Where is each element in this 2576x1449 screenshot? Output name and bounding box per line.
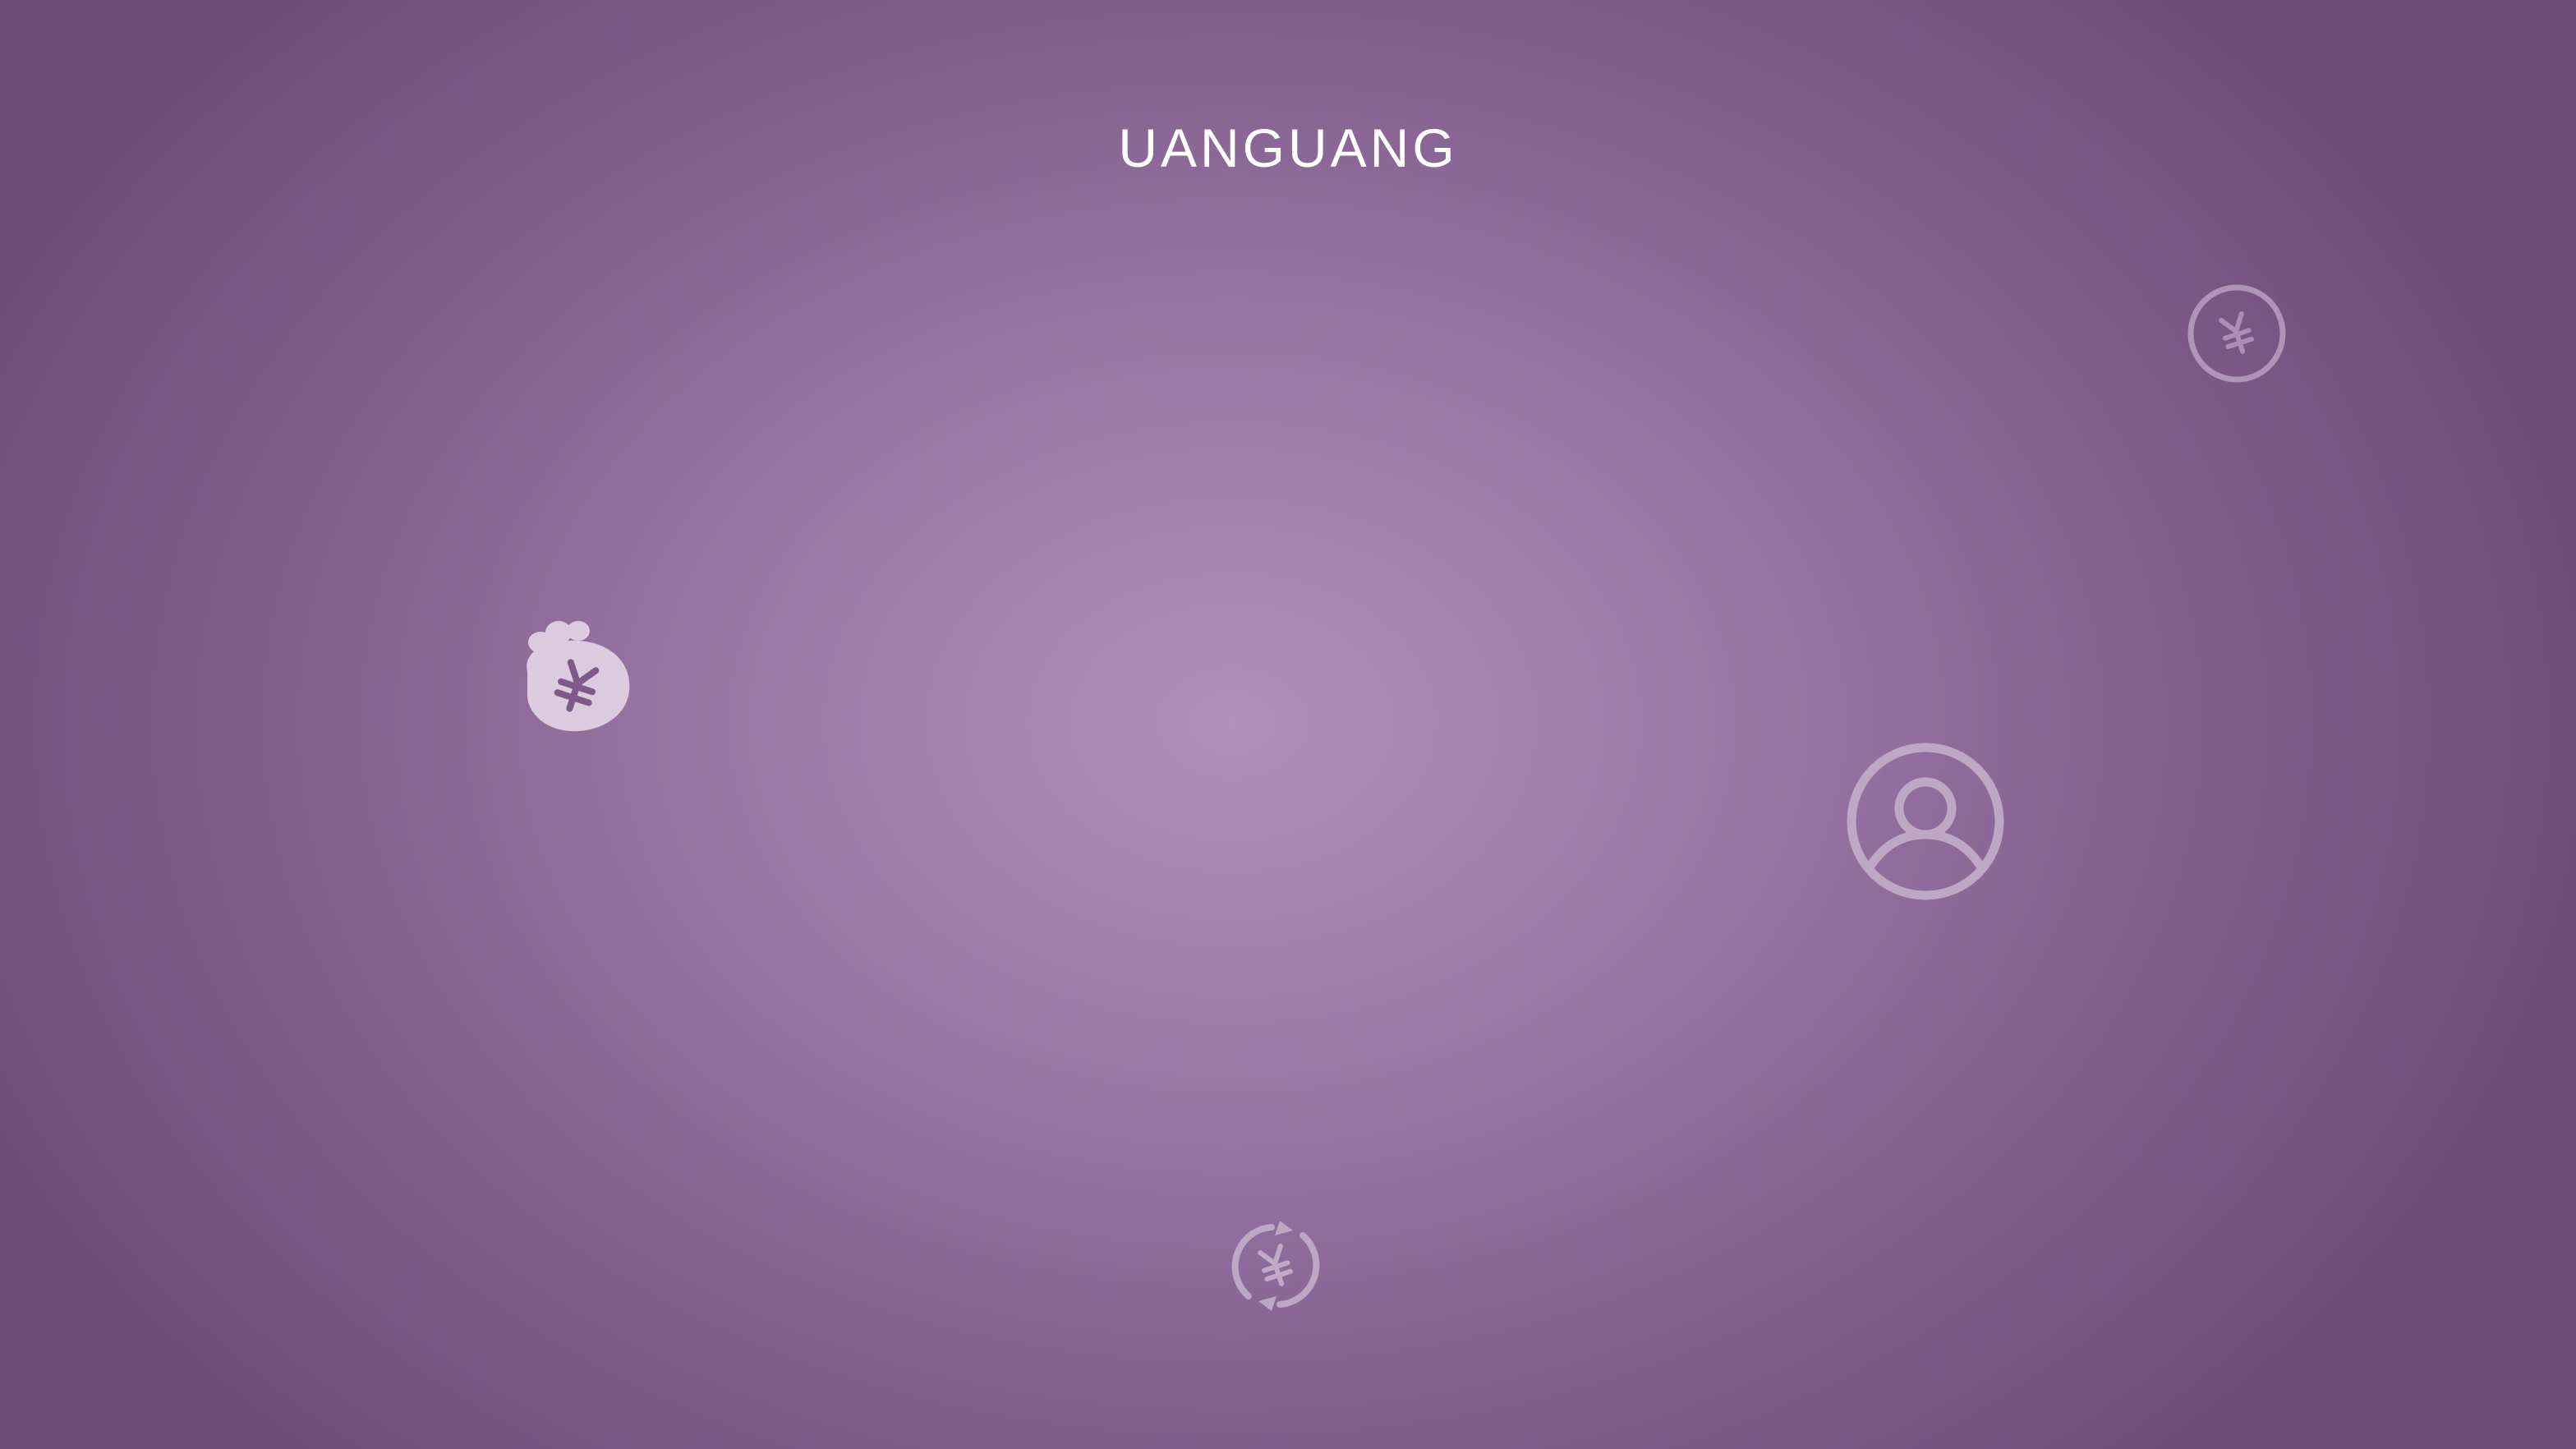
user-account-icon <box>1842 738 2009 905</box>
app-title: UANGUANG <box>1118 117 1458 178</box>
yen-coin-icon <box>2185 282 2288 385</box>
yen-money-bag-icon <box>508 608 636 739</box>
yen-exchange-icon <box>1226 1216 1326 1316</box>
